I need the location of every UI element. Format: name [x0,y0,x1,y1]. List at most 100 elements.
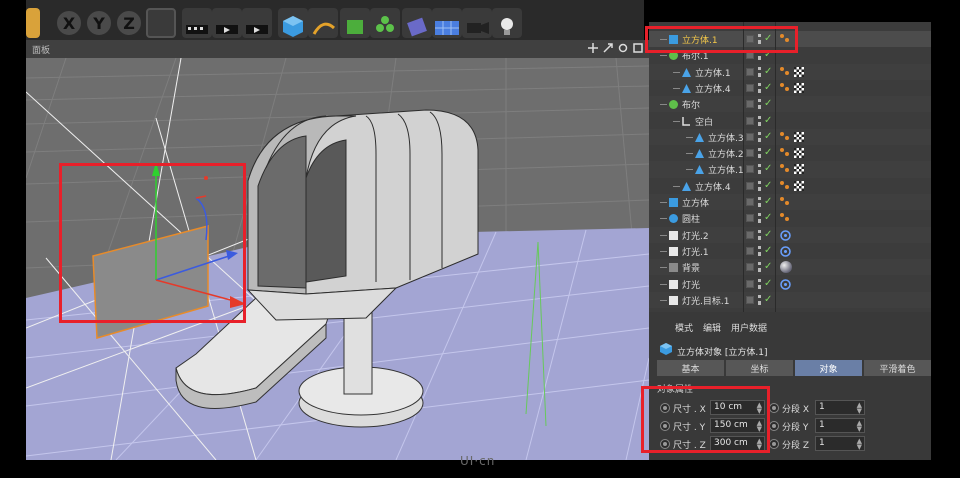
axis-z-lock-icon[interactable]: Z [114,8,144,38]
object-name[interactable]: 立方体.1 [695,66,731,79]
object-name[interactable]: 圆柱 [682,212,700,225]
menu-edit[interactable]: 编辑 [703,321,721,334]
object-row[interactable]: 灯光.2 ✓ [649,226,931,244]
material-tag-icon[interactable] [780,66,790,76]
axis-x-lock-icon[interactable]: X [54,8,84,38]
spinner-icon[interactable]: ▲ ▼ [757,402,762,415]
visibility-toggle[interactable] [746,198,754,206]
object-name[interactable]: 空白 [695,115,713,128]
texture-tag-icon[interactable] [794,66,804,77]
seg-y-field[interactable]: 1 ▲ ▼ [815,418,865,433]
object-row[interactable]: 空白 ✓ [649,113,931,129]
material-tag-icon[interactable] [780,213,790,222]
editor-render-dots-icon[interactable] [758,180,761,191]
render-view-icon[interactable] [182,8,212,38]
spinner-icon[interactable]: ▲ ▼ [757,420,762,433]
enabled-check-icon[interactable]: ✓ [764,197,772,207]
editor-render-dots-icon[interactable] [758,99,761,110]
object-name[interactable]: 立方体 [682,196,709,209]
object-name[interactable]: 立方体.1 [682,33,718,46]
3d-viewport[interactable]: 面板 [26,40,649,460]
object-row[interactable]: 立方体 ✓ [649,194,931,211]
tab-phong[interactable]: 平滑着色 [864,360,931,376]
move-view-icon[interactable] [588,43,598,53]
object-row[interactable]: 立方体.1 ✓ [649,63,931,80]
material-tag-icon[interactable] [780,164,790,173]
editor-render-dots-icon[interactable] [758,164,761,175]
visibility-toggle[interactable] [746,165,754,174]
seg-y-radio[interactable] [769,421,779,431]
visibility-toggle[interactable] [746,263,754,272]
enabled-check-icon[interactable]: ✓ [764,164,772,174]
texture-tag-icon[interactable] [794,180,804,191]
object-name[interactable]: 背景 [682,261,700,274]
visibility-toggle[interactable] [746,295,754,304]
size-z-field[interactable]: 300 cm ▲ ▼ [710,436,765,451]
spline-pen-icon[interactable] [308,8,338,38]
editor-render-dots-icon[interactable] [758,278,761,289]
seg-z-field[interactable]: 1 ▲ ▼ [815,436,865,451]
light-tag-icon[interactable] [780,246,791,260]
camera-icon[interactable] [462,8,492,38]
object-name[interactable]: 立方体.1 [708,163,744,176]
object-name[interactable]: 立方体.4 [695,180,731,193]
object-row[interactable]: 立方体.1 ✓ [649,31,931,48]
texture-tag-icon[interactable] [794,164,804,175]
editor-render-dots-icon[interactable] [758,148,761,159]
texture-tag-icon[interactable] [794,82,804,93]
enabled-check-icon[interactable]: ✓ [764,66,772,77]
editor-render-dots-icon[interactable] [758,197,761,207]
enabled-check-icon[interactable]: ✓ [764,278,772,289]
seg-x-radio[interactable] [769,403,779,413]
enabled-check-icon[interactable]: ✓ [764,262,772,272]
editor-render-dots-icon[interactable] [758,34,761,44]
material-tag-icon[interactable] [780,197,790,206]
object-row[interactable]: 灯光 ✓ [649,276,931,292]
enabled-check-icon[interactable]: ✓ [764,245,772,256]
object-row[interactable]: 布尔 ✓ [649,96,931,113]
editor-render-dots-icon[interactable] [758,213,761,224]
editor-render-dots-icon[interactable] [758,115,761,126]
size-z-radio[interactable] [660,439,670,449]
visibility-toggle[interactable] [746,181,754,190]
visibility-toggle[interactable] [746,214,754,223]
object-name[interactable]: 立方体.3 [708,131,744,144]
material-tag-icon[interactable] [780,82,790,92]
object-row[interactable]: 立方体.3 ✓ [649,128,931,146]
enabled-check-icon[interactable]: ✓ [764,213,772,223]
texture-tag-icon[interactable] [794,148,804,159]
enabled-check-icon[interactable]: ✓ [764,82,772,93]
visibility-toggle[interactable] [746,149,754,158]
object-row[interactable]: 立方体.4 ✓ [649,80,931,96]
editor-render-dots-icon[interactable] [758,66,761,77]
undo-arc-icon[interactable] [26,8,40,38]
size-x-radio[interactable] [660,403,670,413]
visibility-toggle[interactable] [746,51,754,60]
material-tag-icon[interactable] [780,131,790,141]
visibility-toggle[interactable] [746,35,754,43]
material-tag-icon[interactable] [780,34,790,43]
rotate-view-icon[interactable] [618,43,628,53]
object-row[interactable]: 立方体.1 ✓ [649,161,931,178]
visibility-toggle[interactable] [746,279,754,288]
editor-render-dots-icon[interactable] [758,262,761,273]
spinner-icon[interactable]: ▲ ▼ [857,420,862,433]
spinner-icon[interactable]: ▲ ▼ [857,438,862,451]
enabled-check-icon[interactable]: ✓ [764,99,772,109]
editor-render-dots-icon[interactable] [758,131,761,142]
size-y-field[interactable]: 150 cm ▲ ▼ [710,418,765,433]
editor-render-dots-icon[interactable] [758,229,761,240]
object-name[interactable]: 布尔 [682,98,700,111]
zoom-view-icon[interactable] [603,43,613,53]
menu-user-data[interactable]: 用户数据 [731,321,767,334]
enabled-check-icon[interactable]: ✓ [764,131,772,142]
object-name[interactable]: 灯光.目标.1 [682,294,729,307]
render-settings-icon[interactable] [242,8,272,38]
sphere-tag-icon[interactable] [780,261,792,274]
light-tag-icon[interactable] [780,229,791,244]
visibility-toggle[interactable] [746,83,754,92]
visibility-toggle[interactable] [746,67,754,76]
editor-render-dots-icon[interactable] [758,294,761,305]
tab-object[interactable]: 对象 [795,360,862,376]
object-name[interactable]: 灯光.2 [682,229,709,242]
